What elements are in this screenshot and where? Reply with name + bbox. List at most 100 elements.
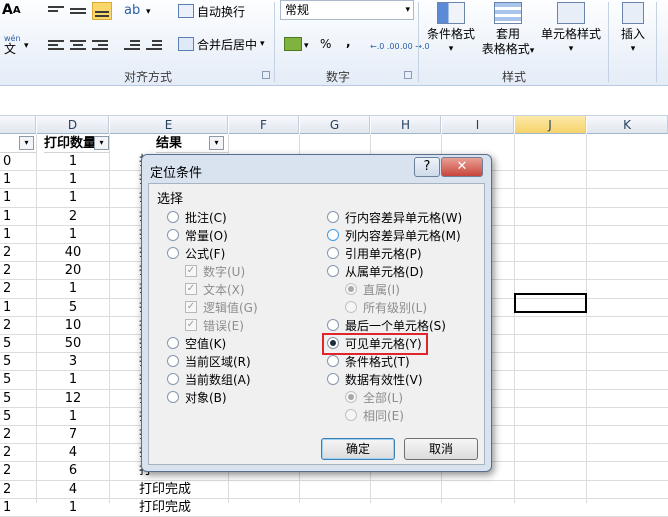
filter-dropdown-icon[interactable]: ▾	[209, 136, 224, 150]
cancel-button[interactable]: 取消	[404, 438, 478, 460]
cell-c[interactable]: 0	[3, 153, 11, 171]
option-comments[interactable]: 批注(C)	[167, 209, 227, 225]
phonetic-button[interactable]: wén 文	[4, 34, 21, 55]
cell-c[interactable]: 1	[3, 299, 11, 317]
cell-print-qty[interactable]: 1	[37, 189, 109, 207]
increase-indent-icon[interactable]	[146, 38, 162, 51]
cell-c[interactable]: 2	[3, 317, 11, 335]
format-as-table-button[interactable]: 套用 表格格式▾	[478, 2, 538, 59]
option-objects[interactable]: 对象(B)	[167, 389, 227, 405]
active-cell[interactable]	[514, 293, 587, 313]
filter-dropdown-icon[interactable]: ▾	[94, 136, 109, 150]
cell-c[interactable]: 1	[3, 499, 11, 517]
cell-c[interactable]: 5	[3, 371, 11, 389]
cell-print-qty[interactable]: 50	[37, 335, 109, 353]
column-header-c[interactable]	[0, 116, 36, 134]
option-validation-same[interactable]: 相同(E)	[345, 407, 404, 423]
close-button[interactable]: ✕	[441, 157, 483, 177]
decrease-indent-icon[interactable]	[124, 38, 140, 51]
column-header[interactable]: H	[371, 116, 441, 134]
align-center-icon[interactable]	[70, 38, 86, 51]
option-all-levels[interactable]: 所有级别(L)	[345, 299, 427, 315]
option-blanks[interactable]: 空值(K)	[167, 335, 226, 351]
option-last-cell[interactable]: 最后一个单元格(S)	[327, 317, 446, 333]
option-precedents[interactable]: 引用单元格(P)	[327, 245, 422, 261]
accounting-dropdown-icon[interactable]: ▾	[304, 41, 309, 51]
cell-print-qty[interactable]: 4	[37, 444, 109, 462]
cell-c[interactable]: 2	[3, 462, 11, 480]
percent-button[interactable]: %	[320, 34, 331, 54]
column-header[interactable]: F	[229, 116, 299, 134]
cell-c[interactable]: 2	[3, 444, 11, 462]
cell-c[interactable]: 1	[3, 226, 11, 244]
option-formulas[interactable]: 公式(F)	[167, 245, 225, 261]
column-header[interactable]: K	[587, 116, 668, 134]
column-header[interactable]: E	[110, 116, 228, 134]
option-logicals[interactable]: ✓ 逻辑值(G)	[185, 299, 258, 315]
column-header[interactable]: D	[37, 116, 109, 134]
cell-c[interactable]: 1	[3, 189, 11, 207]
number-format-select[interactable]: 常规 ▾	[280, 0, 414, 20]
cell-c[interactable]: 5	[3, 408, 11, 426]
align-left-icon[interactable]	[48, 38, 64, 51]
option-direct-only[interactable]: 直属(I)	[345, 281, 400, 297]
cell-c[interactable]: 5	[3, 390, 11, 408]
cell-print-qty[interactable]: 1	[37, 153, 109, 171]
option-dependents[interactable]: 从属单元格(D)	[327, 263, 424, 279]
option-text[interactable]: ✓ 文本(X)	[185, 281, 245, 297]
help-button[interactable]: ?	[414, 157, 440, 177]
option-constants[interactable]: 常量(O)	[167, 227, 228, 243]
option-validation-all[interactable]: 全部(L)	[345, 389, 403, 405]
option-column-differences[interactable]: 列内容差异单元格(M)	[327, 227, 461, 243]
ok-button[interactable]: 确定	[321, 438, 395, 460]
accounting-format-icon[interactable]	[284, 37, 302, 51]
cell-print-qty[interactable]: 7	[37, 426, 109, 444]
cell-print-qty[interactable]: 1	[37, 408, 109, 426]
cell-c[interactable]: 2	[3, 244, 11, 262]
cell-c[interactable]: 2	[3, 426, 11, 444]
column-header-selected[interactable]: J	[515, 116, 586, 134]
cell-result[interactable]: 打印完成	[139, 499, 191, 517]
option-row-differences[interactable]: 行内容差异单元格(W)	[327, 209, 462, 225]
phonetic-dropdown-icon[interactable]: ▾	[24, 41, 29, 51]
comma-button[interactable]: ,	[346, 32, 351, 52]
number-launcher-icon[interactable]	[404, 71, 412, 79]
cell-print-qty[interactable]: 1	[37, 280, 109, 298]
cell-c[interactable]: 5	[3, 335, 11, 353]
option-current-array[interactable]: 当前数组(A)	[167, 371, 251, 387]
formula-bar[interactable]	[0, 86, 668, 116]
font-size-grow-button[interactable]: AA	[2, 0, 21, 20]
cell-print-qty[interactable]: 5	[37, 299, 109, 317]
increase-decimal-button[interactable]: ←.0 .00	[370, 36, 400, 56]
orientation-dropdown-icon[interactable]: ▾	[146, 7, 151, 17]
option-errors[interactable]: ✓ 错误(E)	[185, 317, 244, 333]
cell-print-qty[interactable]: 1	[37, 171, 109, 189]
cell-print-qty[interactable]: 20	[37, 262, 109, 280]
merge-center-button[interactable]: 合并后居中 ▾	[178, 34, 265, 54]
filter-dropdown-icon[interactable]: ▾	[19, 136, 34, 150]
cell-print-qty[interactable]: 4	[37, 481, 109, 499]
cell-result[interactable]: 打印完成	[139, 481, 191, 499]
column-header[interactable]: G	[300, 116, 370, 134]
cell-print-qty[interactable]: 6	[37, 462, 109, 480]
cell-c[interactable]: 5	[3, 353, 11, 371]
option-conditional-formats[interactable]: 条件格式(T)	[327, 353, 410, 369]
orientation-icon[interactable]: ab	[124, 3, 140, 18]
cell-c[interactable]: 1	[3, 171, 11, 189]
cell-print-qty[interactable]: 10	[37, 317, 109, 335]
cell-print-qty[interactable]: 1	[37, 226, 109, 244]
cell-styles-button[interactable]: 单元格样式 ▾	[540, 2, 602, 57]
option-data-validation[interactable]: 数据有效性(V)	[327, 371, 423, 387]
cell-print-qty[interactable]: 12	[37, 390, 109, 408]
cell-print-qty[interactable]: 2	[37, 208, 109, 226]
cell-c[interactable]: 2	[3, 262, 11, 280]
cell-print-qty[interactable]: 1	[37, 499, 109, 517]
cell-print-qty[interactable]: 40	[37, 244, 109, 262]
column-header[interactable]: I	[442, 116, 514, 134]
cell-print-qty[interactable]: 1	[37, 371, 109, 389]
conditional-format-button[interactable]: 条件格式 ▾	[424, 2, 478, 57]
align-right-icon[interactable]	[92, 38, 108, 51]
cell-print-qty[interactable]: 3	[37, 353, 109, 371]
align-top-icon[interactable]	[48, 4, 64, 17]
cell-c[interactable]: 2	[3, 481, 11, 499]
